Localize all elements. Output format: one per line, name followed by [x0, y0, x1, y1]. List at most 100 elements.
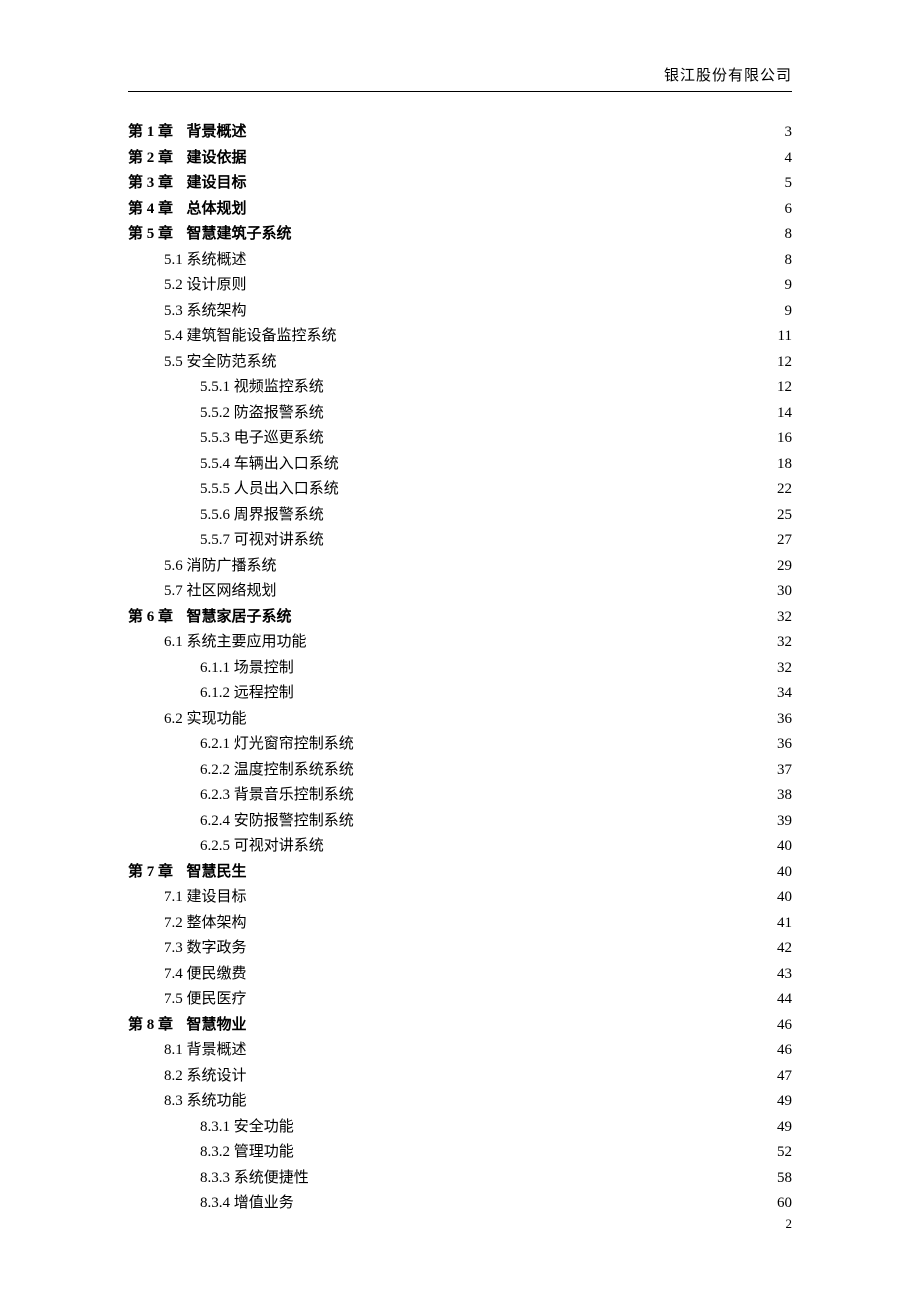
toc-entry[interactable]: 7.3 数字政务42 [128, 936, 792, 962]
toc-entry-title: 安全功能 [234, 1119, 294, 1135]
chapter-prefix: 第 [128, 201, 147, 217]
toc-entry-label: 5.5.1 视频监控系统 [200, 375, 324, 401]
toc-entry[interactable]: 6.1 系统主要应用功能32 [128, 630, 792, 656]
toc-entry-title: 整体架构 [187, 915, 247, 931]
toc-entry-page: 8 [770, 222, 793, 248]
toc-entry-label: 第 1 章 背景概述 [128, 120, 247, 146]
toc-entry[interactable]: 8.2 系统设计47 [128, 1064, 792, 1090]
section-number: 8.3.4 [200, 1195, 230, 1211]
toc-entry-page: 41 [770, 911, 793, 937]
toc-entry-title: 便民缴费 [187, 966, 247, 982]
toc-entry-label: 7.3 数字政务 [164, 936, 247, 962]
toc-entry-label: 8.3.4 增值业务 [200, 1191, 294, 1217]
toc-entry[interactable]: 6.2.1 灯光窗帘控制系统36 [128, 732, 792, 758]
toc-entry[interactable]: 5.5.1 视频监控系统 12 [128, 375, 792, 401]
toc-entry[interactable]: 8.3.1 安全功能49 [128, 1115, 792, 1141]
chapter-prefix: 第 [128, 609, 147, 625]
toc-entry-page: 52 [770, 1140, 793, 1166]
header-company: 银江股份有限公司 [128, 64, 792, 91]
toc-entry[interactable]: 5.6 消防广播系统29 [128, 554, 792, 580]
toc-entry[interactable]: 8.3 系统功能49 [128, 1089, 792, 1115]
toc-entry-page: 40 [770, 885, 793, 911]
toc-entry[interactable]: 6.2.5 可视对讲系统40 [128, 834, 792, 860]
toc-entry-page: 6 [770, 197, 793, 223]
toc-entry[interactable]: 8.3.4 增值业务 60 [128, 1191, 792, 1217]
toc-entry[interactable]: 5.5.6 周界报警系统25 [128, 503, 792, 529]
toc-entry[interactable]: 5.2 设计原则9 [128, 273, 792, 299]
toc-entry-page: 32 [770, 630, 793, 656]
toc-entry-label: 5.5 安全防范系统 [164, 350, 277, 376]
toc-entry-label: 第 8 章 智慧物业 [128, 1013, 247, 1039]
toc-entry[interactable]: 5.3 系统架构9 [128, 299, 792, 325]
toc-entry-title: 温度控制系统系统 [234, 762, 354, 778]
toc-entry-label: 第 5 章 智慧建筑子系统 [128, 222, 292, 248]
toc-entry[interactable]: 8.3.3 系统便捷性58 [128, 1166, 792, 1192]
toc-entry[interactable]: 5.5.7 可视对讲系统27 [128, 528, 792, 554]
toc-entry-page: 16 [770, 426, 793, 452]
toc-entry[interactable]: 5.4 建筑智能设备监控系统11 [128, 324, 792, 350]
section-number: 6.2.1 [200, 736, 230, 752]
toc-entry-title: 防盗报警系统 [234, 405, 324, 421]
toc-entry[interactable]: 7.4 便民缴费 43 [128, 962, 792, 988]
toc-entry-label: 第 4 章 总体规划 [128, 197, 247, 223]
toc-entry[interactable]: 第 6 章 智慧家居子系统 32 [128, 605, 792, 631]
toc-entry-label: 5.5.3 电子巡更系统 [200, 426, 324, 452]
section-number: 8.2 [164, 1068, 183, 1084]
toc-entry-title: 设计原则 [187, 277, 247, 293]
toc-entry-label: 7.4 便民缴费 [164, 962, 247, 988]
toc-entry[interactable]: 5.5 安全防范系统12 [128, 350, 792, 376]
toc-entry-title: 总体规划 [187, 201, 247, 217]
toc-entry[interactable]: 6.1.1 场景控制32 [128, 656, 792, 682]
toc-entry[interactable]: 7.5 便民医疗44 [128, 987, 792, 1013]
chapter-prefix: 第 [128, 124, 147, 140]
toc-entry[interactable]: 5.7 社区网络规划30 [128, 579, 792, 605]
toc-entry[interactable]: 第 4 章 总体规划 6 [128, 197, 792, 223]
section-number: 7.3 [164, 940, 183, 956]
toc-entry[interactable]: 第 3 章 建设目标5 [128, 171, 792, 197]
chapter-prefix: 第 [128, 1017, 147, 1033]
toc-entry[interactable]: 6.2.3 背景音乐控制系统38 [128, 783, 792, 809]
toc-entry-label: 8.3.3 系统便捷性 [200, 1166, 309, 1192]
toc-entry[interactable]: 8.3.2 管理功能 52 [128, 1140, 792, 1166]
toc-entry-title: 安全防范系统 [187, 354, 277, 370]
section-number: 5.5.1 [200, 379, 230, 395]
toc-entry-title: 人员出入口系统 [234, 481, 339, 497]
toc-entry[interactable]: 第 7 章 智慧民生40 [128, 860, 792, 886]
toc-entry-page: 32 [770, 605, 793, 631]
toc-entry-title: 便民医疗 [187, 991, 247, 1007]
toc-entry[interactable]: 5.5.2 防盗报警系统14 [128, 401, 792, 427]
toc-entry-label: 第 3 章 建设目标 [128, 171, 247, 197]
toc-entry[interactable]: 7.2 整体架构41 [128, 911, 792, 937]
toc-entry-label: 8.3.2 管理功能 [200, 1140, 294, 1166]
toc-entry-page: 47 [770, 1064, 793, 1090]
toc-entry[interactable]: 第 2 章 建设依据4 [128, 146, 792, 172]
toc-entry-label: 第 6 章 智慧家居子系统 [128, 605, 292, 631]
toc-entry[interactable]: 6.1.2 远程控制34 [128, 681, 792, 707]
section-number: 5.5.7 [200, 532, 230, 548]
toc-entry-label: 8.3 系统功能 [164, 1089, 247, 1115]
toc-entry-title: 社区网络规划 [187, 583, 277, 599]
toc-entry-page: 43 [770, 962, 793, 988]
toc-entry[interactable]: 7.1 建设目标40 [128, 885, 792, 911]
toc-entry-label: 5.5.6 周界报警系统 [200, 503, 324, 529]
toc-entry[interactable]: 5.5.5 人员出入口系统22 [128, 477, 792, 503]
toc-entry[interactable]: 第 8 章 智慧物业46 [128, 1013, 792, 1039]
toc-entry-label: 5.5.5 人员出入口系统 [200, 477, 339, 503]
toc-entry-title: 数字政务 [187, 940, 247, 956]
toc-entry[interactable]: 5.5.4 车辆出入口系统18 [128, 452, 792, 478]
toc-entry-page: 60 [770, 1191, 793, 1217]
toc-entry-title: 系统主要应用功能 [187, 634, 307, 650]
table-of-contents: 第 1 章 背景概述3第 2 章 建设依据4第 3 章 建设目标5第 4 章 总… [128, 120, 792, 1217]
toc-entry[interactable]: 第 1 章 背景概述3 [128, 120, 792, 146]
toc-entry-page: 12 [770, 375, 793, 401]
chapter-suffix: 章 [154, 175, 173, 191]
toc-entry-page: 40 [770, 860, 793, 886]
toc-entry[interactable]: 6.2.4 安防报警控制系统39 [128, 809, 792, 835]
toc-entry[interactable]: 5.5.3 电子巡更系统 16 [128, 426, 792, 452]
toc-entry[interactable]: 6.2 实现功能36 [128, 707, 792, 733]
toc-entry[interactable]: 第 5 章 智慧建筑子系统 8 [128, 222, 792, 248]
section-number: 6.2.2 [200, 762, 230, 778]
toc-entry[interactable]: 5.1 系统概述8 [128, 248, 792, 274]
toc-entry[interactable]: 6.2.2 温度控制系统系统37 [128, 758, 792, 784]
toc-entry[interactable]: 8.1 背景概述46 [128, 1038, 792, 1064]
